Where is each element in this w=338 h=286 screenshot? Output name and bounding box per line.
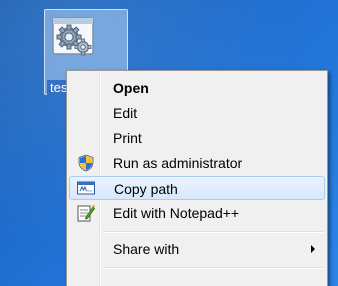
submenu-arrow-icon [311,245,315,253]
menu-item-label: Copy path [114,181,178,197]
menu-item-edit[interactable]: Edit [69,101,325,125]
gear-file-icon[interactable] [50,14,96,60]
menu-item-label: Open [113,80,149,96]
context-menu: Open Edit Print Run as administrator Cop… [66,70,328,286]
path-window-icon [77,181,95,195]
uac-shield-icon [78,154,94,172]
menu-item-edit-with-notepad-plus-plus[interactable]: Edit with Notepad++ [69,201,325,225]
menu-item-copy-path[interactable]: Copy path [69,176,325,200]
menu-item-label: Edit with Notepad++ [113,205,240,221]
menu-item-print[interactable]: Print [69,126,325,150]
menu-item-label: Edit [113,105,138,121]
menu-separator [103,267,323,269]
menu-separator [103,231,323,233]
menu-item-open[interactable]: Open [69,76,325,100]
menu-item-label: Run as administrator [113,155,243,171]
menu-item-label: Share with [113,241,180,257]
menu-item-run-as-administrator[interactable]: Run as administrator [69,151,325,175]
menu-item-label: Print [113,130,142,146]
notepad-plus-plus-icon [77,204,95,222]
menu-item-share-with[interactable]: Share with [69,237,325,261]
